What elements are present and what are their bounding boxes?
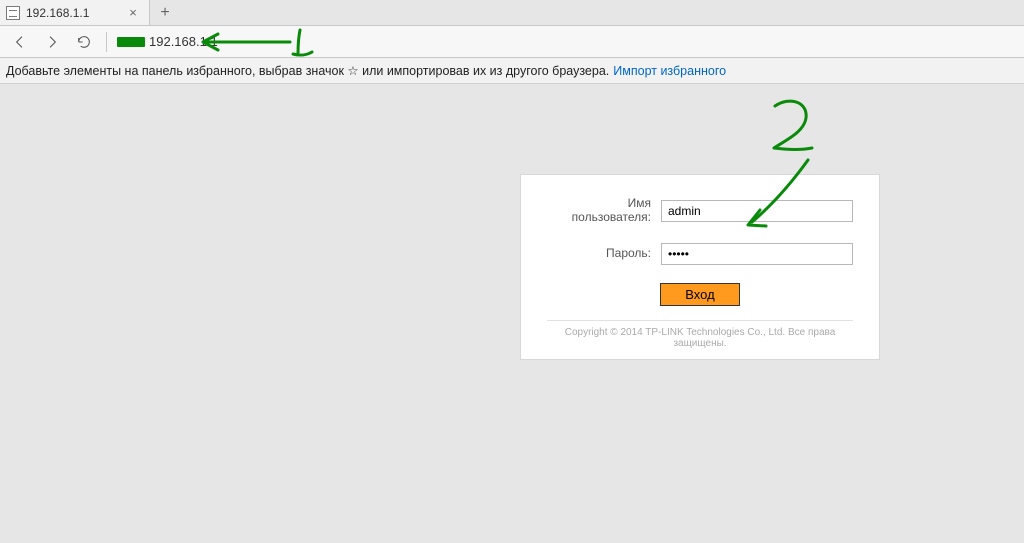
username-label: Имя пользователя:: [547, 197, 651, 225]
login-panel: Имя пользователя: Пароль: Вход Copyright…: [520, 174, 880, 360]
favorites-hint-text: Добавьте элементы на панель избранного, …: [6, 63, 609, 78]
refresh-button[interactable]: [70, 28, 98, 56]
browser-tab[interactable]: 192.168.1.1 ×: [0, 0, 150, 25]
censor-block: [117, 37, 145, 47]
password-label: Пароль:: [547, 247, 651, 261]
page-icon: [6, 6, 20, 20]
page-content: Имя пользователя: Пароль: Вход Copyright…: [0, 84, 1024, 543]
close-tab-icon[interactable]: ×: [125, 5, 141, 20]
password-row: Пароль:: [547, 243, 853, 265]
address-bar[interactable]: 192.168.1.1: [115, 34, 218, 49]
password-input[interactable]: [661, 243, 853, 265]
back-button[interactable]: [6, 28, 34, 56]
submit-row: Вход: [547, 283, 853, 306]
toolbar-separator: [106, 32, 107, 52]
login-copyright: Copyright © 2014 TP-LINK Technologies Co…: [547, 320, 853, 349]
tab-title: 192.168.1.1: [26, 6, 119, 20]
address-text: 192.168.1.1: [149, 34, 218, 49]
username-input[interactable]: [661, 200, 853, 222]
username-row: Имя пользователя:: [547, 197, 853, 225]
favorites-hint-bar: Добавьте элементы на панель избранного, …: [0, 58, 1024, 84]
forward-button[interactable]: [38, 28, 66, 56]
browser-toolbar: 192.168.1.1: [0, 26, 1024, 58]
import-favorites-link[interactable]: Импорт избранного: [613, 64, 726, 78]
new-tab-button[interactable]: +: [150, 0, 180, 25]
login-button[interactable]: Вход: [660, 283, 739, 306]
browser-tabbar: 192.168.1.1 × +: [0, 0, 1024, 26]
